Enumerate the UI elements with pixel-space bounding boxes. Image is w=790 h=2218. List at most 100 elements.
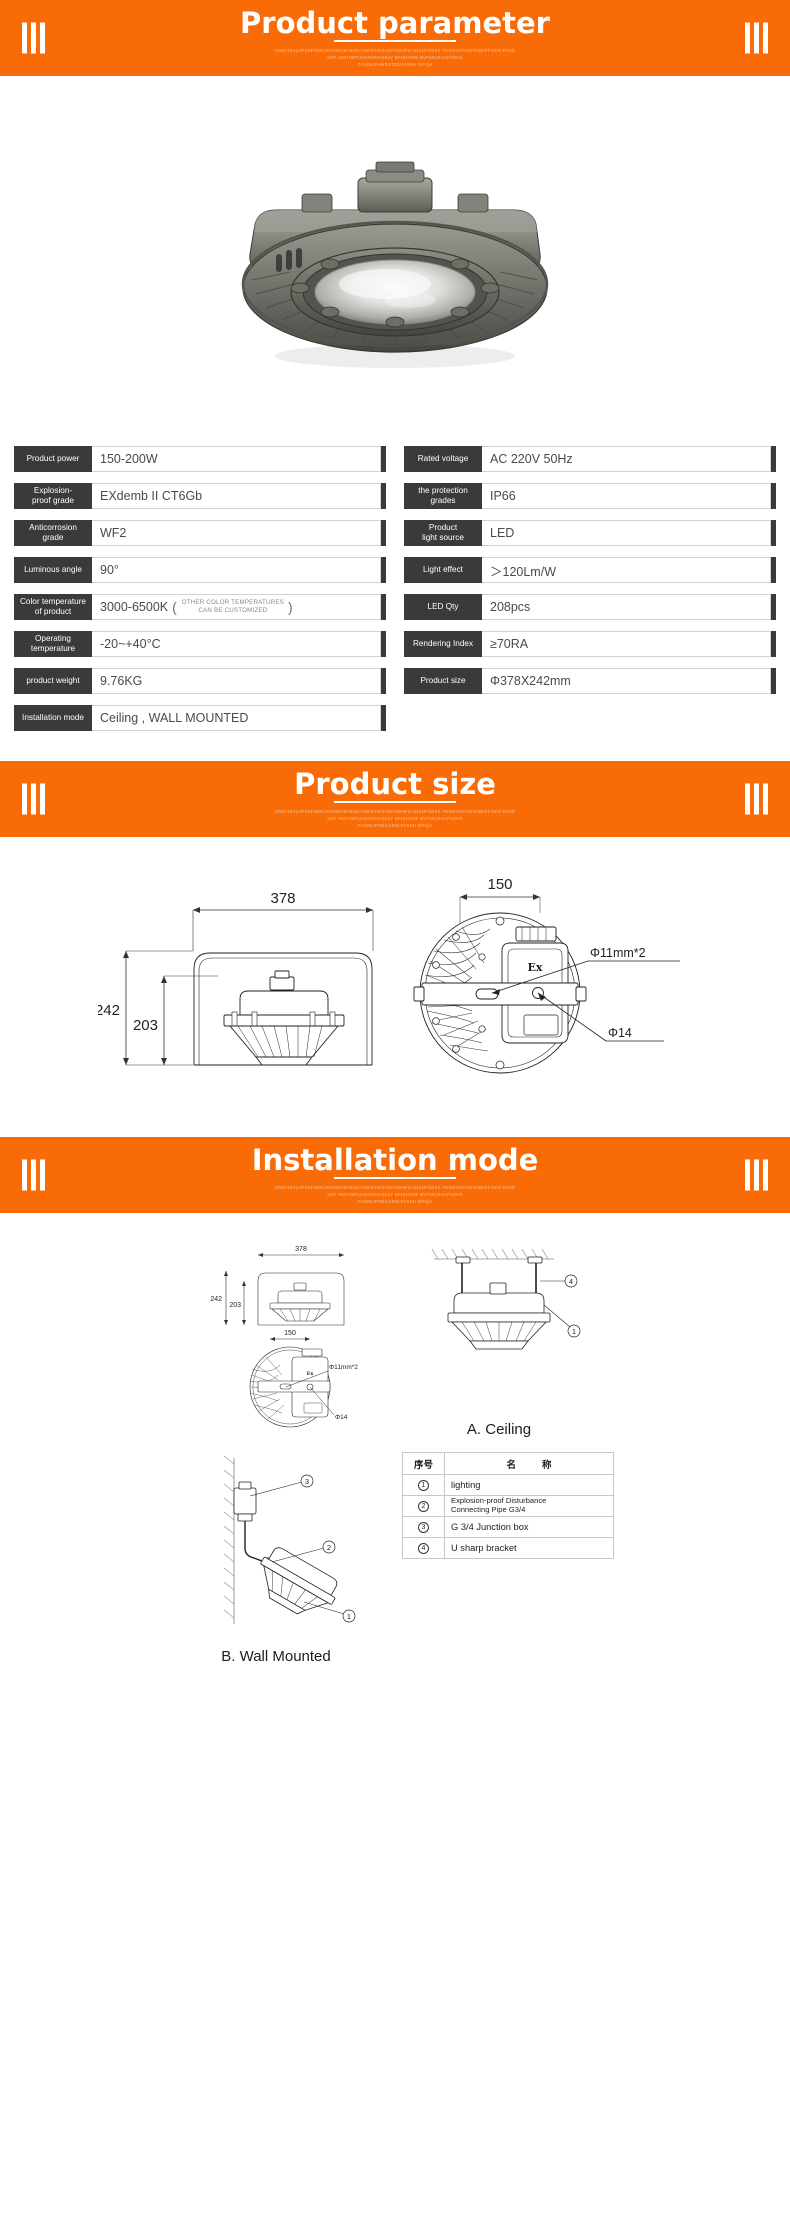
mini-dim-242: 242	[210, 1296, 222, 1303]
banner-decoration-bars-right	[745, 783, 768, 815]
param-row-explosion-proof-grade: Explosion-proof grade EXdemb II CT6Gb	[14, 483, 386, 509]
product-size-drawings: 378 242 203 150 Ex Φ11mm*2 Φ14	[0, 837, 790, 1137]
legend-name-2-line-2: Connecting Pipe G3/4	[451, 1505, 526, 1514]
section-subtitle-installation: CNSFJKALHFSDFNSDJKFHSDJKFBSD HSDIFHDSUIK…	[275, 1184, 515, 1205]
param-row-operating-temperature: Operating temperature -20~+40°C	[14, 631, 386, 657]
svg-text:4: 4	[569, 1277, 573, 1286]
subtitle-line-3: FHSDUIFHNSIJDSLFHSKH DIFQH	[357, 823, 433, 829]
param-value-product-size: Φ378X242mm	[482, 668, 771, 694]
circled-number-2: 2	[418, 1501, 429, 1512]
legend-header-name: 名 称	[444, 1452, 614, 1475]
banner-center-size: Product size CNSFJKALHFSDFNSDJKFHSDJKFBS…	[0, 768, 790, 830]
mini-ex-marking: Ex	[307, 1371, 315, 1377]
param-key-product-power: Product power	[14, 446, 92, 472]
param-value-rated-voltage: AC 220V 50Hz	[482, 446, 771, 472]
legend-row-2: 2 Explosion-proof Disturbance Connecting…	[402, 1495, 614, 1517]
callout-marker-1: 1	[342, 1609, 356, 1623]
param-cap	[381, 705, 386, 731]
installation-ceiling-illustration: 1 4 A. Ceiling	[404, 1235, 594, 1438]
param-key-rendering-index: Rendering Index	[404, 631, 482, 657]
subtitle-line-2: SDF SDFIHDFUIVHSFKHSKLV DFHUIVRE BVFSDJK…	[327, 816, 463, 822]
parameter-grid: Product power 150-200W Rated voltage AC …	[14, 446, 776, 731]
caption-wall-mounted: B. Wall Mounted	[221, 1648, 331, 1665]
section-title-installation: Installation mode	[251, 1142, 539, 1177]
banner-installation-mode: Installation mode CNSFJKALHFSDFNSDJKFHSD…	[0, 1137, 790, 1213]
param-row-luminous-angle: Luminous angle 90°	[14, 557, 386, 583]
legend-number-3: 3	[402, 1516, 445, 1538]
section-title-parameter: Product parameter	[240, 5, 550, 40]
installation-mini-dimensions: 378 242 203 150 Ex Φ11mm*2 Φ14	[196, 1235, 386, 1435]
mini-dim-150: 150	[284, 1330, 296, 1337]
param-cap	[771, 668, 776, 694]
bottom-view-svg: 150 Ex Φ11mm*2 Φ14	[413, 876, 680, 1074]
param-value-anticorrosion-grade: WF2	[92, 520, 381, 546]
legend-row-1: 1 lighting	[402, 1474, 614, 1496]
legend-number-4: 4	[402, 1537, 445, 1559]
param-key-protection-grades: the protection grades	[404, 483, 482, 509]
parameter-table-section: Product power 150-200W Rated voltage AC …	[0, 428, 790, 761]
param-key-anticorrosion-grade: Anticorrosion grade	[14, 520, 92, 546]
subtitle-line-3: FHSDUIFHNSIJDSLFHSKH DIFQH	[357, 1199, 433, 1205]
installation-ceiling-row: 378 242 203 150 Ex Φ11mm*2 Φ14 1 4 A. Ce…	[0, 1235, 790, 1438]
param-cap	[771, 446, 776, 472]
param-key-product-weight: product weight	[14, 668, 92, 694]
param-cap	[381, 594, 386, 620]
legend-header-name-left: 名	[506, 1459, 516, 1471]
svg-text:1: 1	[572, 1327, 576, 1336]
callout-marker-3: 3	[300, 1474, 314, 1488]
dim-label-phi14: Φ14	[608, 1026, 632, 1040]
param-cap	[381, 520, 386, 546]
note-paren-close: )	[288, 599, 293, 615]
param-value-product-weight: 9.76KG	[92, 668, 381, 694]
note-paren-open: (	[172, 599, 177, 615]
subtitle-line-2: SDF SDFIHDFUIVHSFKHSKLV DFHUIVRE BVFSDJK…	[327, 55, 463, 61]
dim-label-phi11: Φ11mm*2	[590, 946, 646, 960]
side-view-svg: 378 242 203	[98, 890, 374, 1066]
callout-marker-4: 4	[564, 1274, 578, 1288]
banner-decoration-bars-right	[745, 22, 768, 54]
installation-wall-illustration: 3 2 1 B. Wall Mounted	[176, 1452, 376, 1665]
title-underline	[334, 800, 456, 803]
param-value-light-source: LED	[482, 520, 771, 546]
mini-dim-378: 378	[295, 1246, 307, 1253]
banner-center-installation: Installation mode CNSFJKALHFSDFNSDJKFHSD…	[0, 1142, 790, 1206]
param-cap	[771, 483, 776, 509]
legend-row-4: 4 U sharp bracket	[402, 1537, 614, 1559]
subtitle-line-3: FHSDUIFHNSIJDSLFHSKH DIFQH	[357, 62, 433, 68]
mini-dim-203: 203	[229, 1302, 241, 1309]
param-cap	[381, 446, 386, 472]
legend-name-4: U sharp bracket	[444, 1537, 614, 1559]
param-value-led-qty: 208pcs	[482, 594, 771, 620]
note-line-2: CAN BE CUSTOMIZED	[198, 607, 268, 614]
param-key-color-temperature: Color temperature of product	[14, 594, 92, 620]
param-row-installation-mode: Installation mode Ceiling , WALL MOUNTED	[14, 705, 386, 731]
param-key-operating-temperature: Operating temperature	[14, 631, 92, 657]
param-key-led-qty: LED Qty	[404, 594, 482, 620]
legend-header-name-right: 称	[542, 1459, 552, 1471]
subtitle-line-2: SDF SDFIHDFUIVHSFKHSKLV DFHUIVRE BVFSDJK…	[327, 1192, 463, 1198]
param-row-anticorrosion-grade: Anticorrosion grade WF2	[14, 520, 386, 546]
param-value-color-temperature: 3000-6500K ( OTHER COLOR TEMPERATURES CA…	[92, 594, 381, 620]
dim-label-150: 150	[487, 876, 512, 893]
param-value-luminous-angle: 90°	[92, 557, 381, 583]
banner-center-parameter: Product parameter CNSFJKALHFSDFNSDJKFHSD…	[0, 5, 790, 69]
circled-number-3: 3	[418, 1522, 429, 1533]
param-cap	[381, 631, 386, 657]
legend-table: 序号 名 称 1 lighting 2 Explosion-proof Dist…	[402, 1452, 614, 1559]
banner-product-parameter: Product parameter CNSFJKALHFSDFNSDJKFHSD…	[0, 0, 790, 76]
param-row-product-size: Product size Φ378X242mm	[404, 668, 776, 694]
param-key-luminous-angle: Luminous angle	[14, 557, 92, 583]
legend-header-number: 序号	[402, 1452, 445, 1475]
subtitle-line-1: CNSFJKALHFSDFNSDJKFHSDJKFBSD HSDIFHDSUIK…	[274, 1184, 516, 1190]
svg-text:3: 3	[305, 1477, 309, 1486]
dim-label-242: 242	[98, 1002, 120, 1019]
explosion-proof-lamp-image	[180, 112, 610, 392]
dim-label-378: 378	[270, 890, 295, 907]
title-underline	[334, 39, 456, 42]
size-drawing-bottom-view: 150 Ex Φ11mm*2 Φ14	[392, 865, 692, 1105]
banner-decoration-bars-right	[745, 1159, 768, 1191]
param-key-light-source: Product light source	[404, 520, 482, 546]
banner-decoration-bars-left	[22, 783, 45, 815]
lamp-illustration	[241, 161, 549, 368]
param-cap	[771, 594, 776, 620]
